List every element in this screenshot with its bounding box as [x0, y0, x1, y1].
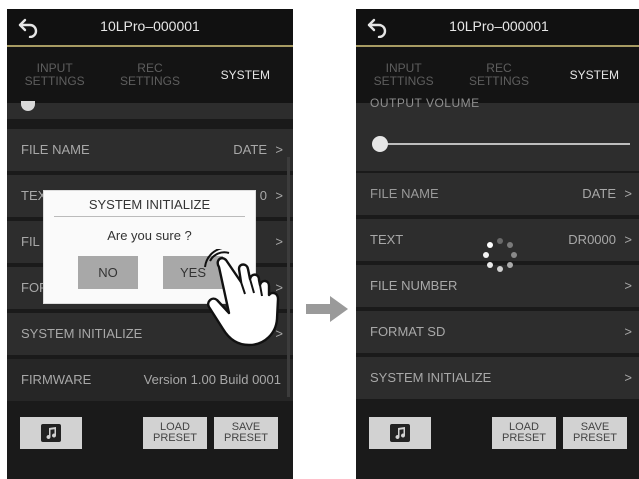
tab-input-settings[interactable]: INPUT SETTINGS: [356, 47, 451, 103]
right-arrow-icon: [306, 296, 348, 322]
dialog-message: Are you sure ?: [107, 228, 192, 243]
scrollbar[interactable]: [287, 157, 290, 397]
page-title: 10LPro–000001: [449, 18, 549, 34]
chevron-right-icon: >: [275, 188, 283, 203]
slider-label: OUTPUT VOLUME: [370, 96, 480, 110]
tab-system[interactable]: SYSTEM: [198, 47, 293, 105]
chevron-right-icon: >: [624, 232, 632, 247]
slider-row-partial: [7, 101, 293, 119]
load-preset-button[interactable]: LOAD PRESET: [143, 417, 207, 449]
tab-bar: INPUT SETTINGS REC SETTINGS SYSTEM: [356, 47, 639, 105]
music-note-icon: [41, 424, 61, 442]
header: 10LPro–000001: [7, 9, 293, 45]
music-note-icon: [390, 424, 410, 442]
output-volume-slider[interactable]: OUTPUT VOLUME: [356, 96, 639, 171]
list-row-system-initialize[interactable]: SYSTEM INITIALIZE >: [356, 357, 639, 399]
chevron-right-icon: >: [624, 278, 632, 293]
right-screen: 10LPro–000001 INPUT SETTINGS REC SETTING…: [356, 9, 639, 479]
left-screen: 10LPro–000001 INPUT SETTINGS REC SETTING…: [7, 9, 293, 479]
music-button[interactable]: [369, 417, 431, 449]
tab-bar: INPUT SETTINGS REC SETTINGS SYSTEM: [7, 47, 293, 105]
chevron-right-icon: >: [624, 324, 632, 339]
dialog-divider: [54, 216, 245, 217]
dialog-title: SYSTEM INITIALIZE: [88, 197, 211, 212]
page-title: 10LPro–000001: [100, 18, 200, 34]
loading-spinner-icon: [483, 238, 517, 272]
header: 10LPro–000001: [356, 9, 639, 45]
slider-knob[interactable]: [21, 101, 35, 111]
load-preset-button[interactable]: LOAD PRESET: [492, 417, 556, 449]
list-row-file-name[interactable]: FILE NAME DATE >: [356, 173, 639, 215]
bottom-bar: LOAD PRESET SAVE PRESET: [356, 404, 639, 479]
tab-system[interactable]: SYSTEM: [547, 47, 639, 105]
tab-input-settings[interactable]: INPUT SETTINGS: [7, 47, 102, 103]
chevron-right-icon: >: [275, 234, 283, 249]
chevron-right-icon: >: [275, 142, 283, 157]
list-row-firmware: FIRMWARE Version 1.00 Build 0001: [7, 359, 293, 401]
tab-rec-settings[interactable]: REC SETTINGS: [102, 47, 197, 103]
music-button[interactable]: [20, 417, 82, 449]
slider-track[interactable]: [380, 143, 630, 145]
save-preset-button[interactable]: SAVE PRESET: [214, 417, 278, 449]
tab-rec-settings[interactable]: REC SETTINGS: [451, 47, 546, 103]
pointing-hand-icon: [204, 249, 280, 347]
bottom-bar: LOAD PRESET SAVE PRESET: [7, 404, 293, 479]
chevron-right-icon: >: [624, 186, 632, 201]
slider-knob[interactable]: [372, 136, 388, 152]
save-preset-button[interactable]: SAVE PRESET: [563, 417, 627, 449]
list-row-file-name[interactable]: FILE NAME DATE >: [7, 129, 293, 171]
no-button[interactable]: NO: [78, 256, 138, 289]
list-row-format-sd[interactable]: FORMAT SD >: [356, 311, 639, 353]
chevron-right-icon: >: [624, 370, 632, 385]
